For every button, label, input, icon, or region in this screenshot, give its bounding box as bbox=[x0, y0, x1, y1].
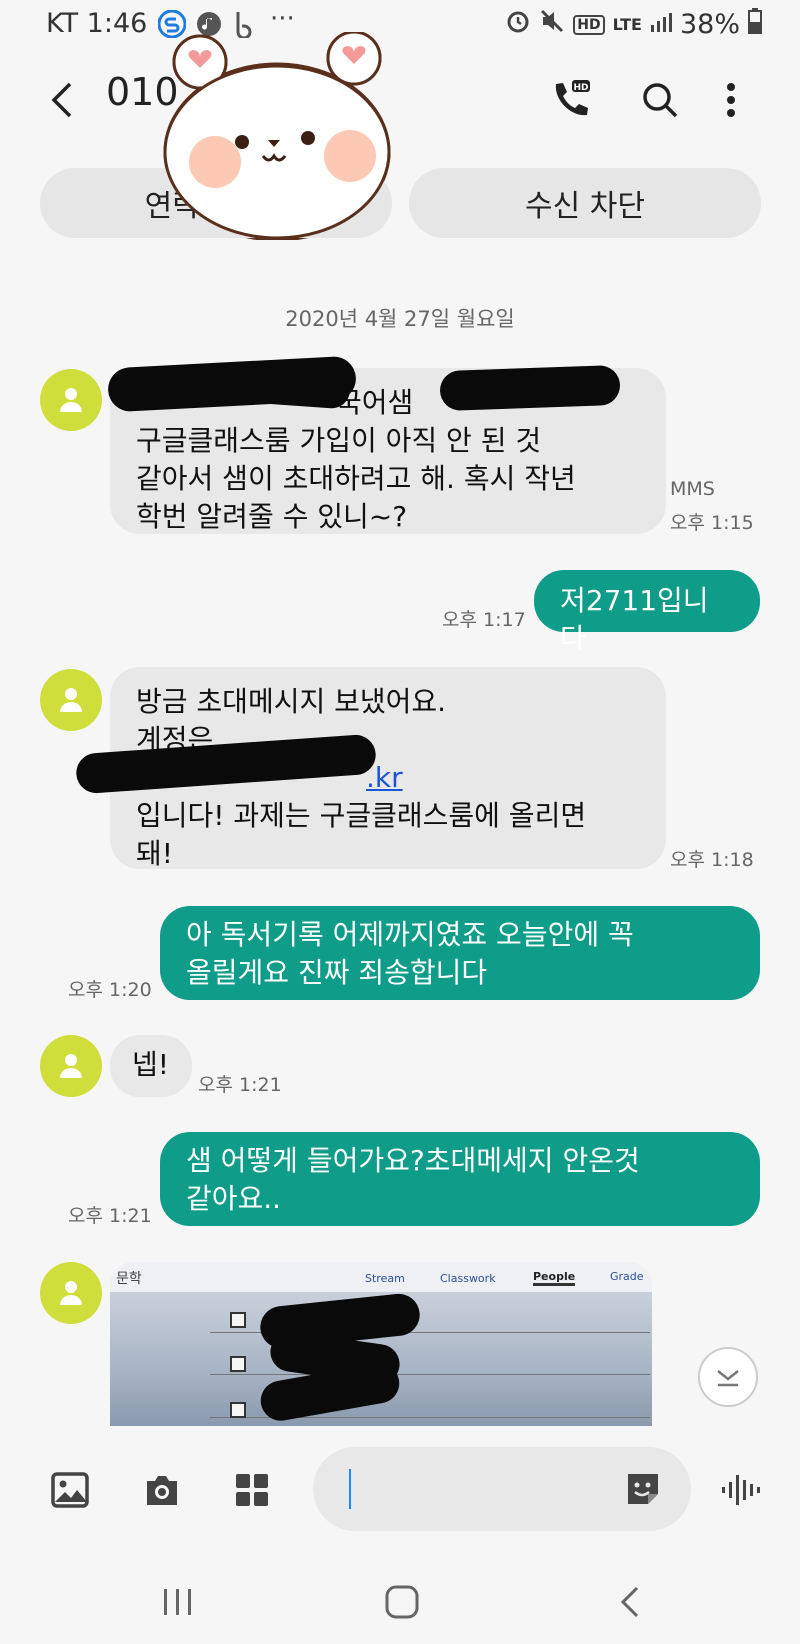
scroll-down-button[interactable] bbox=[698, 1347, 758, 1407]
gallery-button[interactable] bbox=[48, 1468, 92, 1512]
message-text: 구글클래스룸 가입이 아직 안 된 것 같아서 샘이 초대하려고 해. 혹시 작… bbox=[136, 424, 576, 533]
image-tabbar: 문학 Stream Classwork People Grade bbox=[110, 1262, 652, 1292]
camera-button[interactable] bbox=[140, 1468, 184, 1512]
image-tab: People bbox=[533, 1270, 576, 1286]
back-button[interactable] bbox=[40, 70, 84, 130]
status-bar: KT 1:46 ··· HD LTE 38% bbox=[0, 0, 800, 50]
recents-button[interactable] bbox=[156, 1580, 200, 1624]
checkbox-icon bbox=[230, 1402, 246, 1418]
message-input[interactable] bbox=[313, 1447, 691, 1531]
nav-back-button[interactable] bbox=[608, 1580, 652, 1624]
voice-button[interactable] bbox=[718, 1468, 762, 1512]
message-time: 오후 1:18 bbox=[670, 849, 754, 871]
person-icon bbox=[60, 1281, 82, 1305]
message-text: 아 독서기록 어제까지였죠 오늘안에 꼭 올릴게요 진짜 죄송합니다 bbox=[186, 918, 634, 989]
alarm-icon bbox=[505, 8, 531, 41]
image-row-line bbox=[210, 1374, 650, 1375]
status-right: HD LTE 38% bbox=[505, 8, 762, 41]
message-time: 오후 1:20 bbox=[68, 979, 152, 1001]
network-label: LTE bbox=[612, 15, 642, 34]
home-icon bbox=[385, 1585, 419, 1619]
system-nav-bar bbox=[0, 1540, 800, 1644]
block-button[interactable]: 수신 차단 bbox=[409, 168, 761, 238]
more-options-button[interactable] bbox=[716, 76, 746, 124]
message-tag: MMS bbox=[670, 478, 715, 500]
message-time: 오후 1:15 bbox=[670, 512, 754, 534]
more-vertical-icon bbox=[727, 83, 735, 117]
avatar[interactable] bbox=[40, 369, 102, 431]
date-separator: 2020년 4월 27일 월요일 bbox=[285, 307, 515, 331]
nav-back-icon bbox=[620, 1586, 639, 1618]
sticker-icon bbox=[628, 1474, 658, 1504]
search-button[interactable] bbox=[638, 78, 682, 122]
message-text-bottom: 입니다! 과제는 구글클래스룸에 올리면 돼! bbox=[136, 799, 587, 870]
image-tab: Classwork bbox=[440, 1272, 496, 1285]
message-bubble-incoming[interactable]: 넵! bbox=[110, 1035, 192, 1097]
checkbox-icon bbox=[230, 1356, 246, 1372]
hd-call-icon: HD bbox=[555, 80, 590, 116]
person-icon bbox=[60, 388, 82, 412]
message-bubble-outgoing[interactable]: 샘 어떻게 들어가요?초대메세지 안온것 같아요.. bbox=[160, 1132, 760, 1226]
hd-call-button[interactable]: HD bbox=[546, 76, 594, 124]
add-contact-label: 연락처 bbox=[144, 189, 228, 224]
camera-icon bbox=[147, 1476, 177, 1505]
voice-wave-icon bbox=[722, 1475, 760, 1505]
person-icon bbox=[60, 1054, 82, 1078]
message-time: 오후 1:21 bbox=[198, 1074, 282, 1096]
sticker-button[interactable] bbox=[621, 1467, 665, 1511]
image-label: 문학 bbox=[116, 1271, 142, 1287]
battery-percent: 38% bbox=[679, 9, 740, 40]
avatar[interactable] bbox=[40, 1035, 102, 1097]
message-bubble-outgoing[interactable]: 아 독서기록 어제까지였죠 오늘안에 꼭 올릴게요 진짜 죄송합니다 bbox=[160, 906, 760, 1000]
avatar[interactable] bbox=[40, 1262, 102, 1324]
redaction-scribble bbox=[439, 364, 621, 412]
message-bubble-outgoing[interactable]: 저2711입니다 bbox=[534, 570, 760, 655]
add-contact-button[interactable]: 연락처 bbox=[40, 168, 392, 238]
image-tab: Stream bbox=[365, 1272, 405, 1285]
mute-icon bbox=[539, 8, 565, 41]
home-button[interactable] bbox=[380, 1580, 424, 1624]
image-tab: Grade bbox=[610, 1270, 644, 1283]
apps-button[interactable] bbox=[230, 1468, 274, 1512]
hd-icon: HD bbox=[573, 14, 605, 35]
back-arrow-icon bbox=[51, 82, 72, 118]
scroll-down-icon bbox=[717, 1370, 739, 1387]
search-icon bbox=[643, 83, 678, 118]
redaction-scribble bbox=[248, 366, 352, 410]
person-icon bbox=[60, 688, 82, 712]
recents-icon bbox=[164, 1589, 191, 1615]
gallery-icon bbox=[51, 1472, 89, 1508]
text-cursor bbox=[349, 1469, 351, 1509]
signal-icon bbox=[650, 9, 672, 40]
svg-text:HD: HD bbox=[573, 83, 588, 93]
message-time: 오후 1:17 bbox=[442, 609, 526, 631]
message-text: 저2711입니다 bbox=[560, 584, 709, 655]
avatar[interactable] bbox=[40, 669, 102, 731]
status-carrier-time: KT 1:46 bbox=[46, 8, 148, 39]
more-notifications-icon: ··· bbox=[270, 4, 295, 34]
battery-icon bbox=[748, 8, 762, 41]
message-text: 넵! bbox=[132, 1048, 169, 1081]
message-time: 오후 1:21 bbox=[68, 1205, 152, 1227]
message-text: 샘 어떻게 들어가요?초대메세지 안온것 같아요.. bbox=[186, 1144, 640, 1215]
checkbox-icon bbox=[230, 1312, 246, 1328]
image-message[interactable]: 문학 Stream Classwork People Grade bbox=[110, 1262, 652, 1426]
apps-grid-icon bbox=[236, 1474, 268, 1506]
block-label: 수신 차단 bbox=[525, 189, 645, 224]
